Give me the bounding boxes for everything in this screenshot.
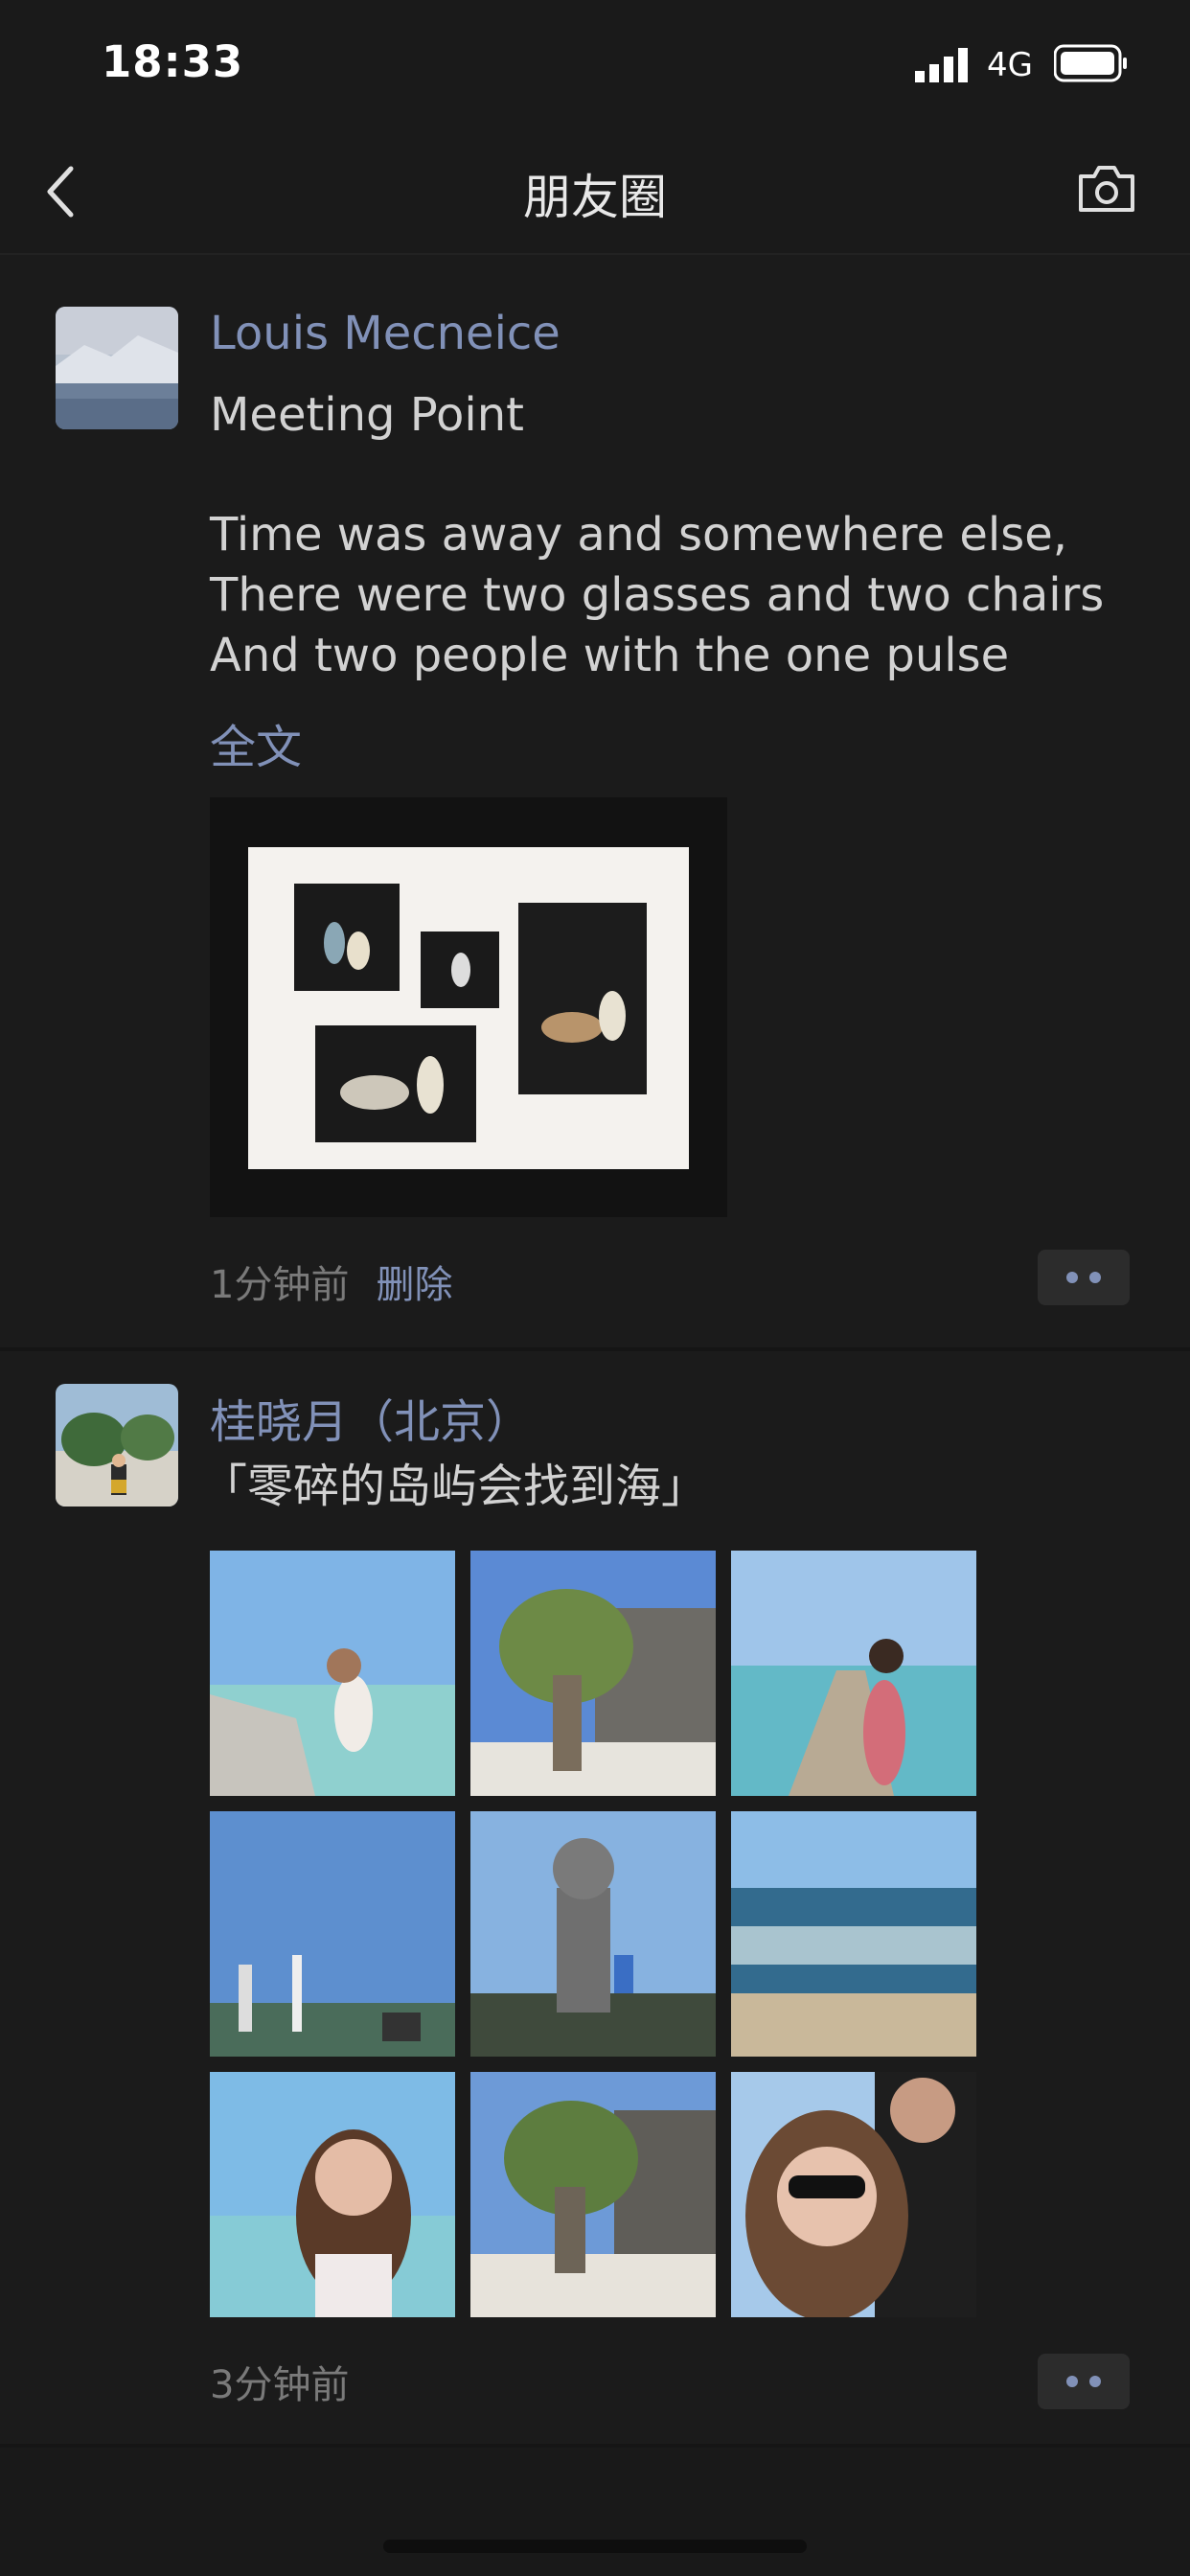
moment-post: Louis Mecneice Meeting Point Time was aw… [0, 255, 1190, 1347]
post-meta: 1分钟前 删除 [210, 1254, 452, 1309]
post-text-line: 「零碎的岛屿会找到海」 [201, 1460, 708, 1513]
post-time: 3分钟前 [210, 2363, 350, 2407]
grid-photo[interactable] [731, 1811, 976, 2057]
moment-post: 桂晓月（北京） 「零碎的岛屿会找到海」 3分钟前 [0, 1351, 1190, 2444]
grid-photo[interactable] [470, 1551, 716, 1796]
post-time: 1分钟前 [210, 1263, 350, 1307]
post-text-line: Meeting Point [210, 388, 524, 442]
post-divider [0, 2444, 1190, 2448]
network-type: 4G [987, 46, 1033, 84]
signal-icon [915, 48, 968, 82]
grid-photo[interactable] [731, 2072, 976, 2317]
delete-link[interactable]: 删除 [376, 1263, 452, 1307]
grid-photo[interactable] [470, 1811, 716, 2057]
post-text-line: Time was away and somewhere else, [210, 508, 1067, 562]
post-photo[interactable] [210, 797, 727, 1217]
more-actions-button[interactable] [1038, 2354, 1130, 2409]
grid-photo[interactable] [210, 1551, 455, 1796]
post-text-line: And two people with the one pulse [210, 629, 1010, 682]
more-actions-button[interactable] [1038, 1250, 1130, 1305]
home-indicator [383, 2540, 807, 2553]
expand-full-text-link[interactable]: 全文 [210, 709, 302, 776]
dot-icon [1089, 1272, 1101, 1283]
post-text-line: There were two glasses and two chairs [210, 568, 1105, 622]
post-author[interactable]: Louis Mecneice [210, 307, 561, 360]
grid-photo[interactable] [470, 2072, 716, 2317]
status-time: 18:33 [102, 36, 244, 87]
battery-icon [1054, 44, 1127, 82]
status-bar: 18:33 4G [0, 0, 1190, 134]
dot-icon [1066, 2376, 1078, 2387]
post-author[interactable]: 桂晓月（北京） [210, 1384, 532, 1451]
page-title: 朋友圈 [523, 170, 667, 225]
avatar[interactable] [56, 307, 178, 429]
dot-icon [1066, 1272, 1078, 1283]
nav-bar: 朋友圈 [0, 134, 1190, 255]
grid-photo[interactable] [210, 2072, 455, 2317]
camera-icon[interactable] [1077, 163, 1136, 215]
grid-photo[interactable] [731, 1551, 976, 1796]
avatar[interactable] [56, 1384, 178, 1506]
grid-photo[interactable] [210, 1811, 455, 2057]
dot-icon [1089, 2376, 1101, 2387]
